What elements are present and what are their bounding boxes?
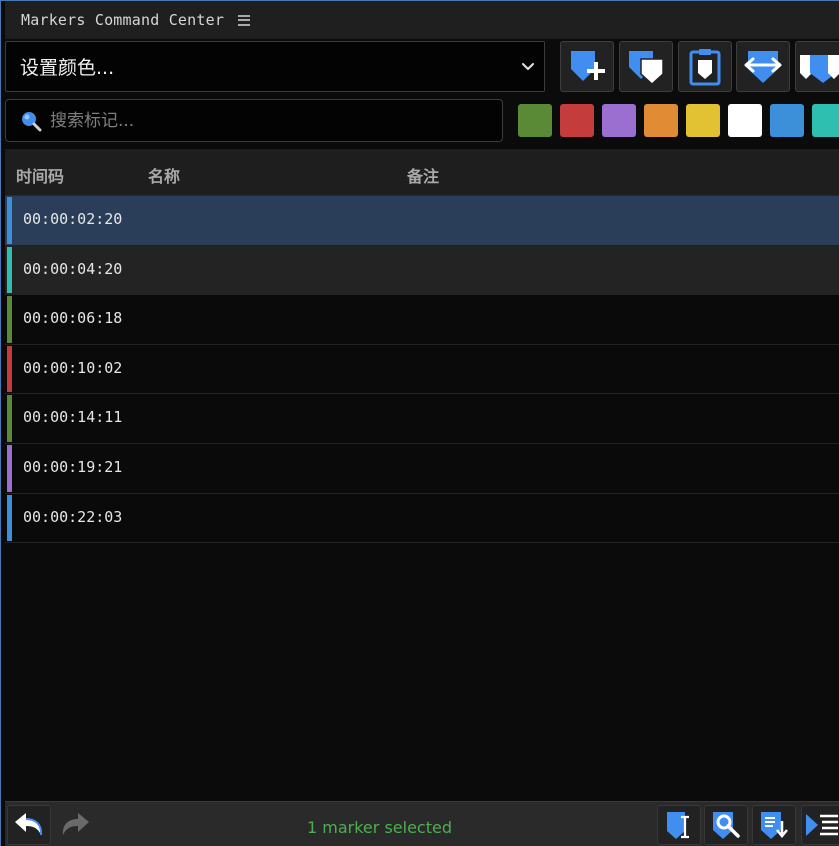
marker-color-stripe — [7, 395, 12, 442]
marker-range-icon — [800, 54, 839, 83]
find-marker-icon — [713, 812, 740, 839]
marker-timecode: 00:00:06:18 — [23, 309, 123, 328]
marker-color-stripe — [7, 345, 12, 393]
marker-timecode: 00:00:22:03 — [23, 507, 123, 526]
table-row[interactable]: 00:00:22:03 — [5, 493, 839, 544]
marker-timecode: 00:00:14:11 — [23, 408, 123, 427]
swap-marker-button[interactable] — [736, 41, 790, 92]
redo-icon — [62, 813, 89, 835]
column-header-name[interactable]: 名称 — [148, 163, 180, 187]
search-bar — [5, 99, 503, 142]
undo-icon — [15, 813, 43, 836]
marker-timecode: 00:00:10:02 — [23, 358, 123, 377]
redo-button[interactable] — [53, 805, 97, 845]
table-header: 时间码 名称 备注 — [5, 149, 839, 196]
column-header-notes[interactable]: 备注 — [407, 163, 439, 187]
add-marker-button[interactable] — [560, 41, 614, 92]
color-swatch[interactable] — [770, 104, 804, 137]
marker-color-stripe — [7, 197, 12, 244]
title-bar: Markers Command Center — [5, 1, 839, 39]
window-title: Markers Command Center — [21, 11, 225, 29]
marker-swap-icon — [744, 50, 782, 83]
export-marker-icon — [761, 812, 788, 839]
marker-text-icon — [667, 812, 689, 839]
find-marker-button[interactable] — [704, 805, 748, 845]
set-color-label: 设置颜色... — [20, 57, 115, 79]
marker-text-button[interactable] — [657, 805, 701, 845]
marker-timecode: 00:00:02:20 — [23, 210, 123, 228]
undo-button[interactable] — [7, 805, 51, 845]
table-row[interactable]: 00:00:14:11 — [5, 394, 839, 444]
marker-timecode: 00:00:19:21 — [23, 457, 123, 476]
set-color-dropdown[interactable]: 设置颜色... — [5, 41, 545, 92]
indent-marker-button[interactable] — [801, 805, 839, 845]
marker-timecode: 00:00:04:20 — [23, 259, 123, 278]
column-header-timecode[interactable]: 时间码 — [16, 163, 64, 187]
search-input[interactable] — [50, 110, 470, 131]
clipboard-marker-icon — [689, 48, 721, 85]
marker-color-stripe — [7, 246, 12, 294]
color-swatch[interactable] — [686, 104, 720, 137]
table-row[interactable]: 00:00:10:02 — [5, 344, 839, 395]
color-swatch[interactable] — [518, 104, 552, 137]
marker-range-button[interactable] — [795, 41, 839, 92]
color-swatch[interactable] — [644, 104, 678, 137]
bottom-bar: 1 marker selected — [5, 801, 839, 846]
marker-icon — [629, 50, 664, 85]
table-row[interactable]: 00:00:19:21 — [5, 443, 839, 494]
marker-add-icon — [571, 50, 605, 81]
marker-color-stripe — [7, 494, 12, 542]
window: Markers Command Center 设置颜色... 搜索标记... 时… — [0, 0, 839, 846]
color-swatch[interactable] — [728, 104, 762, 137]
marker-color-stripe — [7, 444, 12, 492]
color-swatch[interactable] — [602, 104, 636, 137]
color-swatch[interactable] — [812, 104, 839, 137]
marker-list: 00:00:02:20 00:00:04:20 00:00:06:18 00:00:1… — [5, 196, 839, 544]
chevron-down-icon — [522, 63, 534, 70]
marker-color-stripe — [7, 296, 12, 343]
table-row[interactable]: 00:00:06:18 — [5, 295, 839, 345]
color-swatch[interactable] — [560, 104, 594, 137]
marker-button[interactable] — [619, 41, 673, 92]
table-row[interactable]: 00:00:04:20 — [5, 245, 839, 296]
export-marker-button[interactable] — [752, 805, 796, 845]
search-icon — [22, 111, 42, 131]
selection-status: 1 marker selected — [307, 818, 452, 837]
clipboard-marker-button[interactable] — [678, 41, 732, 92]
table-row[interactable]: 00:00:02:20 — [5, 196, 839, 246]
list-indent-icon — [806, 814, 838, 836]
hamburger-menu-icon[interactable] — [238, 14, 251, 26]
